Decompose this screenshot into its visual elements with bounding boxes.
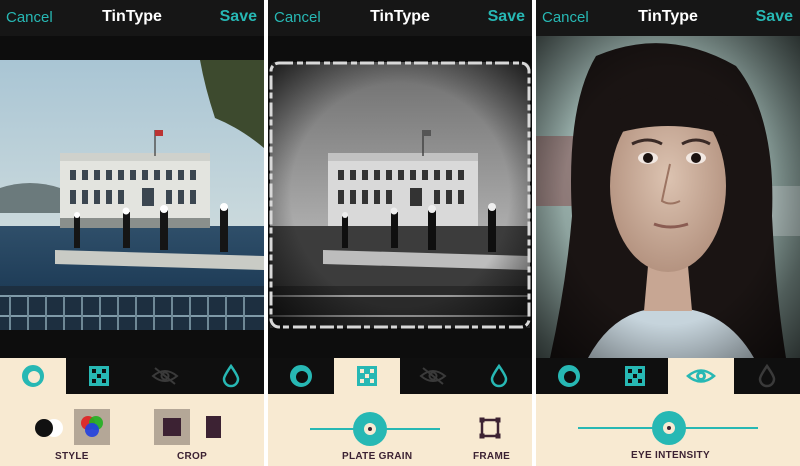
crop-label: CROP (177, 451, 208, 462)
crop-portrait-button[interactable] (198, 409, 228, 445)
tab-eye[interactable] (400, 358, 466, 394)
cancel-button[interactable]: Cancel (274, 9, 321, 26)
drop-icon (758, 364, 776, 388)
tab-style[interactable] (536, 358, 602, 394)
tab-drop[interactable] (198, 358, 264, 394)
color-style-button[interactable] (74, 409, 110, 445)
rgb-icon (81, 416, 103, 437)
tab-plate-grain[interactable] (602, 358, 668, 394)
plate-grain-label: PLATE GRAIN (342, 451, 413, 462)
top-bar: Cancel TinType Save (536, 0, 800, 36)
plate-grain-icon (89, 366, 109, 386)
screen-eye-intensity: Cancel TinType Save EYE INTENSITY (536, 0, 800, 466)
cancel-button[interactable]: Cancel (6, 9, 53, 26)
plate-grain-icon (357, 366, 377, 386)
square-crop-icon (163, 418, 181, 436)
bw-toggle-icon[interactable] (34, 418, 66, 438)
screen-plate-grain: Cancel TinType Save PLATE GRAIN FRAME (268, 0, 532, 466)
frame-button[interactable] (478, 416, 502, 440)
drop-icon (222, 364, 240, 388)
crop-square-button[interactable] (154, 409, 190, 445)
eye-intensity-label: EYE INTENSITY (631, 450, 710, 461)
controls-panel: EYE INTENSITY (536, 394, 800, 466)
tab-style[interactable] (0, 358, 66, 394)
tool-tab-bar (268, 358, 532, 394)
save-button[interactable]: Save (756, 8, 793, 26)
style-icon (22, 365, 44, 387)
top-bar: Cancel TinType Save (268, 0, 532, 36)
eye-off-icon (419, 367, 447, 385)
drop-icon (490, 364, 508, 388)
portrait-crop-icon (205, 416, 221, 438)
plate-grain-icon (625, 366, 645, 386)
top-bar: Cancel TinType Save (0, 0, 264, 36)
photo-preview (536, 36, 800, 358)
slider-knob-dot (364, 423, 376, 435)
controls-panel: PLATE GRAIN FRAME (268, 394, 532, 466)
style-label: STYLE (55, 451, 89, 462)
tool-tab-bar (536, 358, 800, 394)
frame-icon (479, 417, 501, 439)
save-button[interactable]: Save (488, 8, 525, 26)
tab-eye[interactable] (132, 358, 198, 394)
plate-grain-slider-knob[interactable] (353, 412, 387, 446)
tool-tab-bar (0, 358, 264, 394)
cancel-button[interactable]: Cancel (542, 9, 589, 26)
eye-icon (686, 369, 716, 383)
photo-preview (0, 38, 264, 354)
frame-label: FRAME (473, 451, 511, 462)
tab-plate-grain[interactable] (66, 358, 132, 394)
tab-plate-grain[interactable] (334, 358, 400, 394)
slider-knob-dot (663, 422, 675, 434)
eye-intensity-slider-knob[interactable] (652, 411, 686, 445)
screen-style: Cancel TinType Save STYLE CROP (0, 0, 264, 466)
photo-preview (268, 38, 532, 354)
tab-drop[interactable] (466, 358, 532, 394)
tab-drop[interactable] (734, 358, 800, 394)
tab-eye[interactable] (668, 358, 734, 394)
style-icon (558, 365, 580, 387)
style-icon (290, 365, 312, 387)
controls-panel: STYLE CROP (0, 394, 264, 466)
eye-off-icon (151, 367, 179, 385)
save-button[interactable]: Save (220, 8, 257, 26)
tab-style[interactable] (268, 358, 334, 394)
